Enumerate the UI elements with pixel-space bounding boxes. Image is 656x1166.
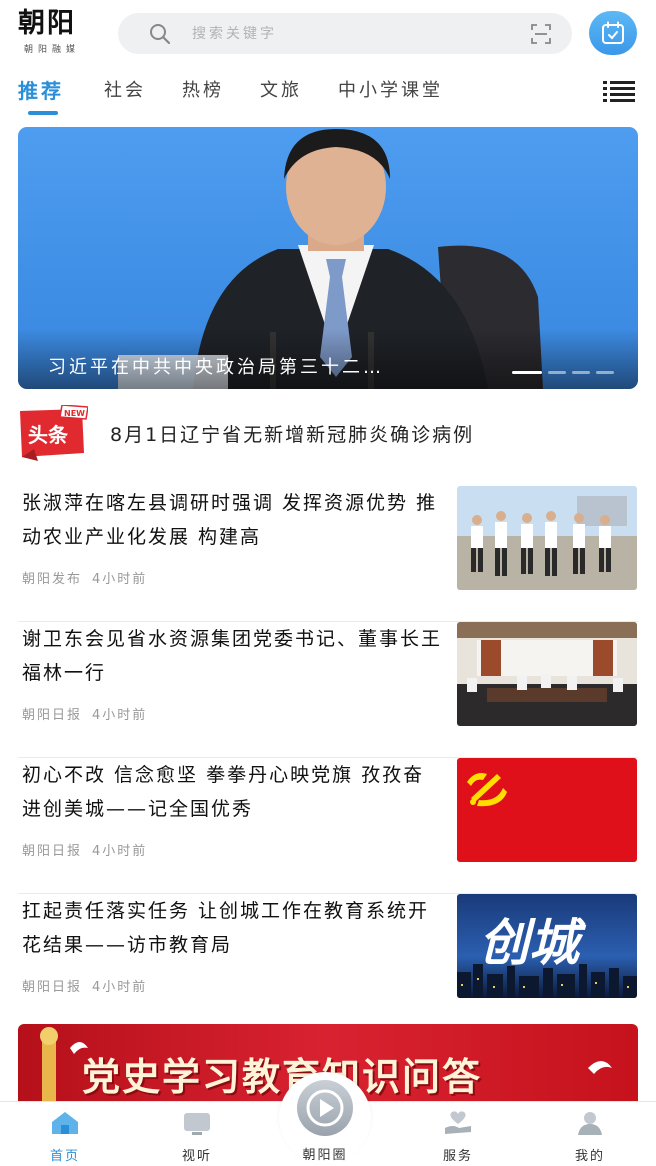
carousel-dot[interactable] [548,371,566,374]
news-meta: 朝阳发布 4小时前 [22,568,157,587]
top-banner-carousel[interactable]: 习近平在中共中央政治局第三十二… [18,127,638,389]
carousel-indicator [512,371,614,374]
play-circle-icon [306,1089,344,1127]
svg-text:NEW: NEW [64,409,85,418]
logo-title: 朝阳 [18,8,76,39]
svg-text:创城: 创城 [479,914,587,972]
user-icon [578,1112,602,1135]
news-title: 初心不改 信念愈坚 拳拳丹心映党旗 孜孜奋进创美城——记全国优秀 [22,764,425,820]
nav-label: 首页 [49,1149,80,1164]
news-title: 张淑萍在喀左县调研时强调 发挥资源优势 推动农业产业化发展 构建高 [22,492,438,548]
news-source: 朝阳日报 [22,980,83,995]
headline-text: 8月1日辽宁省无新增新冠肺炎确诊病例 [110,424,475,446]
nav-circle[interactable]: 朝阳圈 [279,1072,371,1166]
search-icon [150,24,171,45]
banner-caption: 习近平在中共中央政治局第三十二… [48,357,384,378]
carousel-dot[interactable] [596,371,614,374]
headline-ticker[interactable]: NEW 头条 8月1日辽宁省无新增新冠肺炎确诊病例 [18,405,638,461]
news-title: 谢卫东会见省水资源集团党委书记、董事长王福林一行 [22,628,442,684]
nav-label: 视听 [181,1149,212,1164]
news-meta: 朝阳日报 4小时前 [22,840,157,859]
news-meta: 朝阳日报 4小时前 [22,976,157,995]
nav-label: 服务 [442,1149,473,1164]
carousel-dot[interactable] [572,371,590,374]
news-source: 朝阳日报 [22,708,83,723]
nav-service[interactable]: 服务 [413,1102,503,1166]
category-tabs: 推荐 社会 热榜 文旅 中小学课堂 [0,70,656,116]
news-source: 朝阳日报 [22,844,83,859]
nav-label: 我的 [574,1149,605,1164]
app-logo[interactable]: 朝阳 朝阳融媒 [18,8,108,60]
news-item[interactable]: 扛起责任落实任务 让创城工作在教育系统开花结果——访市教育局 朝阳日报 4小时前 … [18,894,638,1030]
tv-icon [184,1113,210,1135]
nav-center-button [297,1080,353,1136]
news-item[interactable]: 初心不改 信念愈坚 拳拳丹心映党旗 孜孜奋进创美城——记全国优秀 朝阳日报 4小时… [18,758,638,894]
tab-recommend[interactable]: 推荐 [18,75,64,104]
news-thumbnail: 创城 [457,894,637,998]
news-time: 4小时前 [92,572,148,587]
active-tab-indicator [28,111,58,115]
calendar-button[interactable] [589,11,637,55]
home-icon [52,1112,78,1134]
menu-icon[interactable] [603,80,635,104]
heart-hand-icon [445,1111,471,1134]
news-source: 朝阳发布 [22,572,83,587]
svg-text:头条: 头条 [28,423,69,447]
tab-school-class[interactable]: 中小学课堂 [338,76,443,102]
news-title: 扛起责任落实任务 让创城工作在教育系统开花结果——访市教育局 [22,900,430,956]
headline-badge-icon: NEW 头条 [20,405,88,461]
nav-home[interactable]: 首页 [20,1102,110,1166]
news-item[interactable]: 张淑萍在喀左县调研时强调 发挥资源优势 推动农业产业化发展 构建高 朝阳发布 4小… [18,486,638,622]
tab-culture-tourism[interactable]: 文旅 [260,76,302,102]
tab-society[interactable]: 社会 [104,76,146,102]
news-time: 4小时前 [92,708,148,723]
news-thumbnail [457,622,637,726]
carousel-dot[interactable] [512,371,542,374]
news-item[interactable]: 谢卫东会见省水资源集团党委书记、董事长王福林一行 朝阳日报 4小时前 [18,622,638,758]
nav-label: 朝阳圈 [302,1148,348,1163]
news-thumbnail [457,758,637,862]
news-time: 4小时前 [92,980,148,995]
logo-subtitle: 朝阳融媒 [24,45,81,55]
news-meta: 朝阳日报 4小时前 [22,704,157,723]
news-thumbnail [457,486,637,590]
nav-profile[interactable]: 我的 [545,1102,635,1166]
search-input[interactable] [192,13,492,54]
nav-video[interactable]: 视听 [152,1102,242,1166]
search-bar[interactable] [118,13,572,54]
calendar-icon [602,21,624,44]
app-header: 朝阳 朝阳融媒 [0,0,656,66]
tab-hot[interactable]: 热榜 [182,76,224,102]
news-time: 4小时前 [92,844,148,859]
scan-icon[interactable] [530,23,552,45]
